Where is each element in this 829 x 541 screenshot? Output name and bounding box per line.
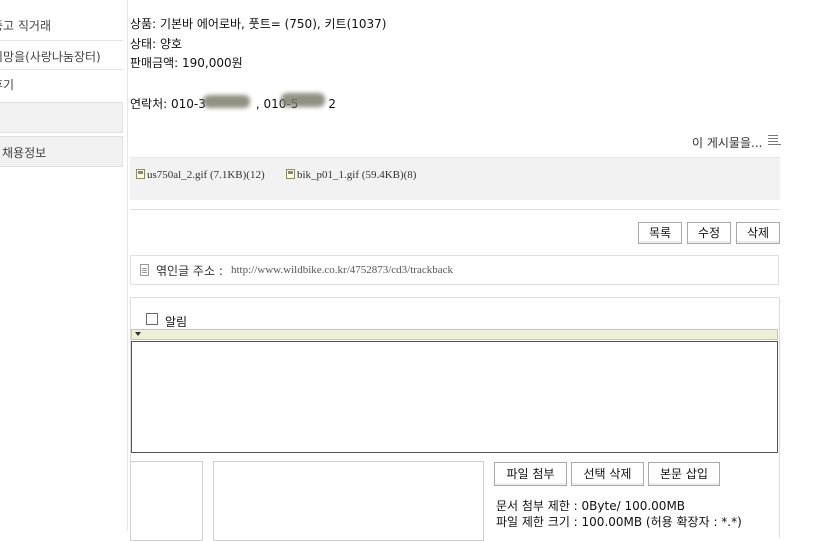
sidebar-item-label: 중고 직거래 — [0, 19, 52, 33]
status-line: 상태: 양호 — [130, 37, 183, 51]
upload-preview-pane — [130, 461, 203, 541]
sidebar-divider — [0, 69, 123, 70]
file-limit-text: 파일 제한 크기 : 100.00MB (허용 확장자 : *.*) — [496, 515, 742, 529]
attachment-file[interactable]: us750al_2.gif (7.1KB)(12) — [136, 169, 265, 181]
edit-button[interactable]: 수정 — [687, 222, 731, 244]
list-button[interactable]: 목록 — [638, 222, 682, 244]
redaction-blur — [281, 93, 325, 107]
sidebar-item-used-trade[interactable]: 중고 직거래 — [0, 17, 123, 34]
delete-button[interactable]: 삭제 — [736, 222, 780, 244]
divider — [130, 209, 780, 210]
redaction-blur — [203, 95, 250, 108]
post-menu-link[interactable]: 이 게시물을... — [692, 134, 762, 151]
sidebar-divider — [0, 40, 123, 41]
contact-prefix: 연락처: 010-3 — [130, 97, 206, 111]
trackback-label: 엮인글 주소 : — [156, 264, 223, 278]
delete-selected-button[interactable]: 선택 삭제 — [571, 462, 644, 486]
sidebar-item-label: 채용정보 — [2, 146, 47, 160]
post-menu-icon[interactable] — [768, 133, 781, 145]
contact-suffix: 2 — [328, 97, 336, 111]
insert-content-button[interactable]: 본문 삽입 — [648, 462, 720, 486]
trackback-url[interactable]: http://www.wildbike.co.kr/4752873/cd3/tr… — [231, 264, 453, 276]
floppy-icon — [286, 169, 295, 179]
product-line: 상품: 기본바 에어로바, 풋트= (750), 키트(1037) — [130, 17, 387, 31]
notify-checkbox[interactable] — [146, 313, 158, 325]
sidebar-item-label: 희망을(사랑나눔장터) — [0, 50, 101, 64]
sidebar: 중고 직거래 희망을(사랑나눔장터) 후기 채용정보 — [0, 0, 123, 531]
content-divider — [127, 0, 128, 531]
trackback-box: 엮인글 주소 : http://www.wildbike.co.kr/47528… — [130, 255, 779, 285]
comment-input[interactable] — [131, 341, 778, 453]
notify-label: 알림 — [165, 315, 188, 329]
attachment-bar: us750al_2.gif (7.1KB)(12) bik_p01_1.gif … — [130, 157, 780, 200]
doc-limit-text: 문서 첨부 제한 : 0Byte/ 100.00MB — [496, 499, 686, 513]
attach-file-button[interactable]: 파일 첨부 — [494, 462, 567, 486]
document-icon — [140, 264, 149, 276]
sidebar-item-jobs[interactable]: 채용정보 — [0, 136, 123, 167]
attachment-file[interactable]: bik_p01_1.gif (59.4KB)(8) — [286, 169, 416, 181]
toolbar-toggle-icon[interactable] — [135, 332, 141, 336]
sidebar-item-label: 후기 — [0, 78, 15, 92]
price-line: 판매금액: 190,000원 — [130, 56, 243, 70]
sidebar-item-blank[interactable] — [0, 102, 123, 133]
sidebar-item-charity-market[interactable]: 희망을(사랑나눔장터) — [0, 48, 123, 65]
editor-toolbar[interactable] — [131, 329, 778, 340]
floppy-icon — [136, 169, 145, 179]
sidebar-item-reviews[interactable]: 후기 — [0, 76, 123, 93]
upload-file-list[interactable] — [213, 461, 484, 541]
